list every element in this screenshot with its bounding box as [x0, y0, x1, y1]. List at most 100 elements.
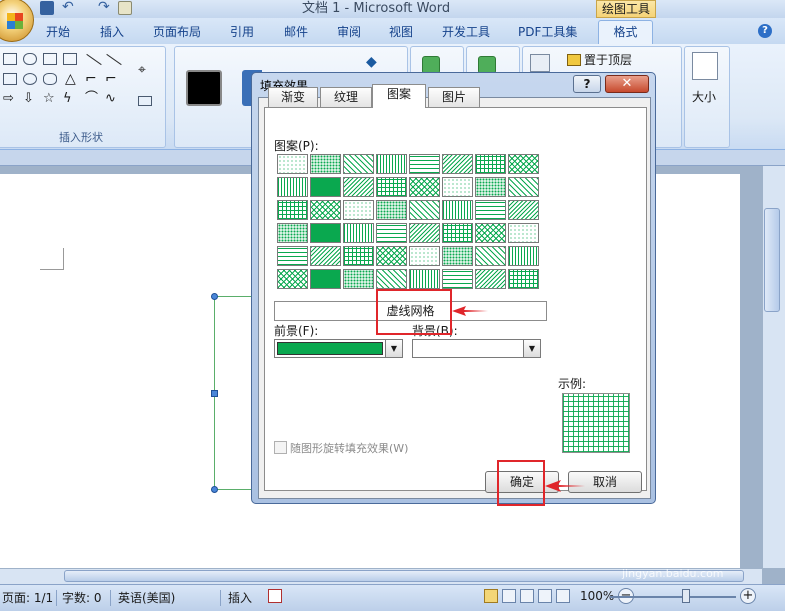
tab-pattern[interactable]: 图案 [372, 84, 426, 108]
pattern-swatch[interactable] [442, 223, 473, 243]
pattern-swatch[interactable] [508, 154, 539, 174]
elbow-connector-icon[interactable]: ⌐ [85, 72, 97, 86]
pattern-swatch[interactable] [409, 246, 440, 266]
star-icon[interactable]: ☆ [43, 92, 55, 105]
pattern-swatch[interactable] [475, 269, 506, 289]
dialog-help-button[interactable]: ? [573, 75, 601, 93]
lightning-icon[interactable]: ϟ [63, 92, 72, 105]
tab-references[interactable]: 引用 [230, 22, 254, 44]
shape-fill-icon[interactable]: ◆ [366, 54, 386, 70]
pattern-swatch[interactable] [508, 246, 539, 266]
draw-textbox-icon[interactable] [138, 96, 152, 106]
tab-insert[interactable]: 插入 [100, 22, 124, 44]
tab-mailings[interactable]: 邮件 [284, 22, 308, 44]
bring-to-front-button[interactable]: 置于顶层 [584, 51, 632, 68]
pattern-swatch[interactable] [475, 246, 506, 266]
zoom-slider[interactable] [610, 596, 736, 598]
pattern-swatch[interactable] [409, 177, 440, 197]
draft-view-icon[interactable] [556, 589, 570, 603]
zoom-slider-thumb[interactable] [682, 589, 690, 603]
pattern-swatch[interactable] [508, 200, 539, 220]
pattern-swatch[interactable] [442, 154, 473, 174]
pattern-swatch[interactable] [343, 246, 374, 266]
pattern-swatch[interactable] [475, 154, 506, 174]
full-screen-view-icon[interactable] [502, 589, 516, 603]
pattern-swatch[interactable] [376, 200, 407, 220]
web-layout-view-icon[interactable] [520, 589, 534, 603]
right-arrow-icon[interactable]: ⇨ [3, 92, 14, 105]
bring-to-front-icon[interactable] [567, 54, 581, 66]
tab-pdf-tools[interactable]: PDF工具集 [518, 22, 577, 44]
shape-rect2-icon[interactable] [3, 73, 17, 85]
zoom-in-button[interactable]: + [740, 588, 756, 604]
pattern-grid[interactable] [277, 154, 539, 292]
down-arrow-icon[interactable]: ⇩ [23, 92, 34, 105]
curve-icon[interactable]: ∿ [105, 92, 116, 105]
vertical-scroll-thumb[interactable] [764, 208, 780, 312]
shape-vtextbox-icon[interactable] [63, 53, 77, 65]
shape-handle-bottom-left[interactable] [211, 486, 218, 493]
pattern-swatch[interactable] [310, 200, 341, 220]
shape-rounded-icon[interactable] [23, 53, 37, 65]
pattern-swatch[interactable] [475, 200, 506, 220]
chevron-down-icon[interactable]: ▼ [523, 340, 540, 357]
tab-picture[interactable]: 图片 [428, 87, 480, 107]
line-icon[interactable] [86, 53, 102, 66]
pattern-swatch[interactable] [310, 177, 341, 197]
tab-gradient[interactable]: 渐变 [268, 87, 318, 107]
pattern-swatch[interactable] [310, 269, 341, 289]
elbow-arrow-icon[interactable]: ⌐ [105, 72, 117, 86]
arrow-line-icon[interactable] [106, 53, 122, 66]
pattern-swatch[interactable] [376, 246, 407, 266]
pattern-swatch[interactable] [343, 223, 374, 243]
save-icon[interactable] [40, 1, 54, 15]
page-count[interactable]: 页面: 1/1 [2, 589, 53, 606]
rotate-with-shape-checkbox[interactable] [274, 441, 287, 454]
triangle-icon[interactable]: △ [65, 72, 76, 86]
language-indicator[interactable]: 英语(美国) [118, 589, 175, 606]
pattern-swatch[interactable] [442, 177, 473, 197]
pattern-swatch[interactable] [508, 223, 539, 243]
macro-record-icon[interactable] [268, 589, 282, 603]
pattern-swatch[interactable] [310, 246, 341, 266]
redo-icon[interactable]: ↷ [98, 0, 112, 15]
tab-review[interactable]: 审阅 [337, 22, 361, 44]
pattern-swatch[interactable] [409, 154, 440, 174]
pattern-swatch[interactable] [376, 223, 407, 243]
chevron-down-icon[interactable]: ▼ [385, 340, 402, 357]
pattern-swatch[interactable] [310, 154, 341, 174]
shape-style-black[interactable] [186, 70, 222, 106]
pattern-swatch[interactable] [343, 269, 374, 289]
pattern-swatch[interactable] [508, 269, 539, 289]
tab-home[interactable]: 开始 [46, 22, 70, 44]
shape-oval2-icon[interactable] [43, 73, 57, 85]
pattern-swatch[interactable] [277, 200, 308, 220]
pattern-swatch[interactable] [277, 154, 308, 174]
pattern-swatch[interactable] [277, 223, 308, 243]
dialog-close-button[interactable]: ✕ [605, 75, 649, 93]
help-icon[interactable]: ? [758, 24, 772, 38]
foreground-color-select[interactable]: ▼ [274, 339, 403, 358]
pattern-swatch[interactable] [343, 200, 374, 220]
text-wrap-icon[interactable] [530, 54, 550, 72]
shape-handle-top-left[interactable] [211, 293, 218, 300]
pattern-swatch[interactable] [409, 269, 440, 289]
print-preview-icon[interactable] [118, 1, 132, 15]
shape-textbox-icon[interactable] [43, 53, 57, 65]
pattern-swatch[interactable] [376, 269, 407, 289]
pattern-swatch[interactable] [376, 177, 407, 197]
tab-view[interactable]: 视图 [389, 22, 413, 44]
pattern-swatch[interactable] [277, 269, 308, 289]
arc-icon[interactable]: ⌒ [85, 92, 98, 105]
background-color-select[interactable]: ▼ [412, 339, 541, 358]
shape-rect-icon[interactable] [3, 53, 17, 65]
word-count[interactable]: 字数: 0 [62, 589, 102, 606]
undo-icon[interactable]: ↶ [62, 0, 76, 15]
tab-page-layout[interactable]: 页面布局 [153, 22, 201, 44]
insert-mode[interactable]: 插入 [228, 589, 252, 606]
tab-developer[interactable]: 开发工具 [442, 22, 490, 44]
pattern-swatch[interactable] [343, 177, 374, 197]
pattern-swatch[interactable] [508, 177, 539, 197]
outline-view-icon[interactable] [538, 589, 552, 603]
size-icon[interactable] [692, 52, 718, 80]
